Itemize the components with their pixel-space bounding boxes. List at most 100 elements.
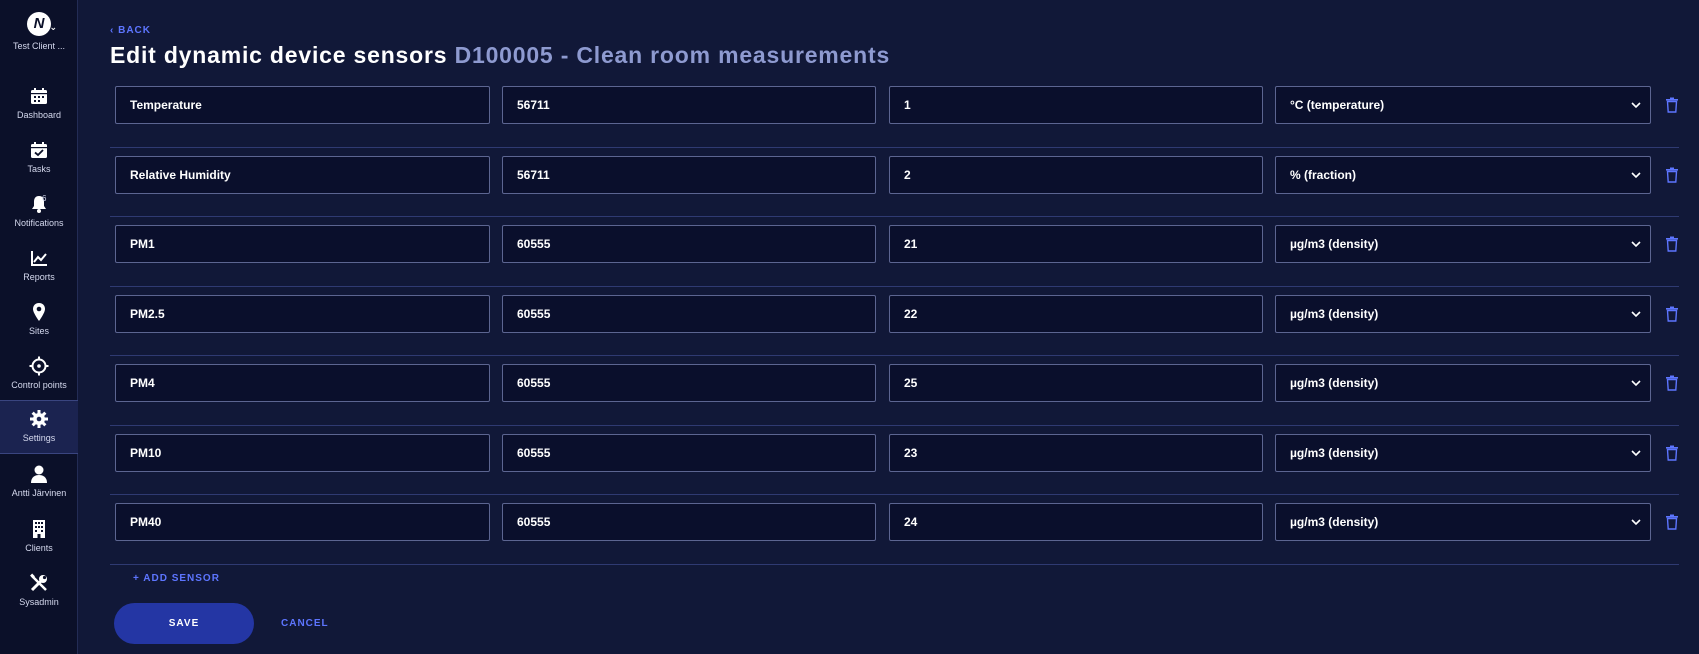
page-subtitle: D100005 - Clean room measurements: [454, 42, 891, 68]
sensor-list: Temperature 56711 1 °C (temperature) Rel…: [110, 78, 1679, 565]
sidebar-item-label: Reports: [23, 272, 55, 282]
map-pin-icon: [33, 303, 45, 321]
device-id-input[interactable]: 60555: [502, 364, 876, 402]
chevron-down-icon: [1631, 241, 1641, 248]
sensor-row: PM1 60555 21 µg/m3 (density): [110, 217, 1679, 287]
sidebar-item-label: Dashboard: [16, 110, 62, 120]
sidebar-item-reports[interactable]: Reports: [0, 240, 78, 294]
sidebar-item-clients[interactable]: Clients: [0, 511, 78, 565]
sidebar-item-control-points[interactable]: Control points: [0, 348, 78, 402]
chevron-down-icon: [1631, 519, 1641, 526]
unit-select[interactable]: °C (temperature): [1275, 86, 1651, 124]
chevron-down-icon: [1631, 310, 1641, 317]
calendar-icon: [31, 88, 47, 104]
sensor-index-input[interactable]: 24: [889, 503, 1263, 541]
chevron-down-icon: [1631, 380, 1641, 387]
sidebar-item-label: Sysadmin: [19, 597, 59, 607]
user-icon: [31, 465, 47, 483]
cancel-button[interactable]: CANCEL: [281, 618, 329, 629]
chart-icon: [31, 251, 47, 266]
device-id-input[interactable]: 60555: [502, 503, 876, 541]
unit-select[interactable]: µg/m3 (density): [1275, 294, 1651, 333]
unit-select[interactable]: µg/m3 (density): [1275, 364, 1651, 402]
tools-icon: [30, 573, 47, 592]
sensor-index-input[interactable]: 22: [889, 294, 1263, 333]
page-title-text: Edit dynamic device sensors: [110, 42, 448, 68]
client-name: Test Client ...: [12, 41, 66, 51]
sidebar-item-label: Sites: [28, 326, 49, 336]
sidebar-item-label: Clients: [25, 543, 53, 553]
sidebar-item-tasks[interactable]: Tasks: [0, 132, 78, 186]
sensor-row: PM4 60555 25 µg/m3 (density): [110, 356, 1679, 426]
device-id-input[interactable]: 60555: [502, 294, 876, 333]
unit-select[interactable]: µg/m3 (density): [1275, 225, 1651, 263]
sensor-name-input[interactable]: Temperature: [115, 86, 490, 124]
sensor-index-input[interactable]: 1: [889, 86, 1263, 124]
client-switcher[interactable]: N ⌄ Test Client ...: [0, 12, 78, 51]
delete-sensor-icon[interactable]: [1665, 236, 1679, 252]
unit-select-value: µg/m3 (density): [1290, 445, 1379, 460]
sidebar-item-notifications[interactable]: 6 Notifications: [0, 186, 78, 240]
unit-select-value: µg/m3 (density): [1290, 376, 1379, 390]
sensor-name-input[interactable]: Relative Humidity: [115, 155, 490, 194]
back-label: BACK: [118, 25, 151, 36]
device-id-input[interactable]: 60555: [502, 433, 876, 472]
sidebar-item-label: Settings: [22, 433, 56, 443]
crosshair-icon: [29, 356, 49, 376]
unit-select-value: % (fraction): [1290, 167, 1356, 182]
sensor-index-input[interactable]: 21: [889, 225, 1263, 263]
delete-sensor-icon[interactable]: [1665, 97, 1679, 113]
sensor-name-input[interactable]: PM4: [115, 364, 490, 402]
sensor-row: Temperature 56711 1 °C (temperature): [110, 78, 1679, 148]
sensor-name-input[interactable]: PM40: [115, 503, 490, 541]
notification-count-badge: 6: [42, 194, 47, 203]
unit-select[interactable]: µg/m3 (density): [1275, 433, 1651, 472]
chevron-left-icon: ‹: [110, 25, 119, 36]
chevron-down-icon: ⌄: [49, 22, 57, 32]
sensor-name-input[interactable]: PM1: [115, 225, 490, 263]
sidebar-item-profile[interactable]: Antti Järvinen: [0, 456, 78, 510]
unit-select-value: °C (temperature): [1290, 98, 1385, 112]
unit-select-value: µg/m3 (density): [1290, 515, 1379, 529]
add-sensor-button[interactable]: + ADD SENSOR: [133, 573, 220, 584]
unit-select[interactable]: % (fraction): [1275, 155, 1651, 194]
delete-sensor-icon[interactable]: [1665, 306, 1679, 322]
chevron-down-icon: [1631, 449, 1641, 456]
delete-sensor-icon[interactable]: [1665, 375, 1679, 391]
sidebar-item-settings[interactable]: Settings: [0, 400, 78, 454]
device-id-input[interactable]: 56711: [502, 86, 876, 124]
sidebar-item-sysadmin[interactable]: Sysadmin: [0, 565, 78, 619]
back-link[interactable]: ‹ BACK: [110, 25, 151, 36]
sensor-name-input[interactable]: PM2.5: [115, 294, 490, 333]
device-id-input[interactable]: 56711: [502, 155, 876, 194]
delete-sensor-icon[interactable]: [1665, 167, 1679, 183]
delete-sensor-icon[interactable]: [1665, 445, 1679, 461]
gear-icon: [30, 410, 48, 428]
device-id-input[interactable]: 60555: [502, 225, 876, 263]
app-logo: N ⌄: [27, 12, 57, 36]
chevron-down-icon: [1631, 171, 1641, 178]
unit-select[interactable]: µg/m3 (density): [1275, 503, 1651, 541]
sidebar-item-sites[interactable]: Sites: [0, 294, 78, 348]
sidebar: N ⌄ Test Client ... Dashboard Tasks 6 Not…: [0, 0, 78, 654]
sensor-row: PM2.5 60555 22 µg/m3 (density): [110, 287, 1679, 356]
sensor-index-input[interactable]: 23: [889, 433, 1263, 472]
sidebar-item-label: Control points: [11, 380, 67, 390]
save-button[interactable]: SAVE: [114, 603, 254, 644]
sidebar-item-label: Notifications: [14, 218, 64, 228]
sensor-row: PM10 60555 23 µg/m3 (density): [110, 426, 1679, 495]
sensor-row: Relative Humidity 56711 2 % (fraction): [110, 148, 1679, 217]
sensor-index-input[interactable]: 25: [889, 364, 1263, 402]
delete-sensor-icon[interactable]: [1665, 514, 1679, 530]
calendar-check-icon: [31, 142, 47, 158]
sidebar-item-dashboard[interactable]: Dashboard: [0, 78, 78, 132]
sensor-index-input[interactable]: 2: [889, 155, 1263, 194]
unit-select-value: µg/m3 (density): [1290, 306, 1379, 321]
chevron-down-icon: [1631, 102, 1641, 109]
sidebar-item-label: Antti Järvinen: [11, 488, 67, 498]
sidebar-item-label: Tasks: [27, 164, 51, 174]
sensor-name-input[interactable]: PM10: [115, 433, 490, 472]
building-icon: [33, 520, 45, 538]
sensor-row: PM40 60555 24 µg/m3 (density): [110, 495, 1679, 565]
page-title: Edit dynamic device sensors D100005 - Cl…: [110, 42, 890, 69]
